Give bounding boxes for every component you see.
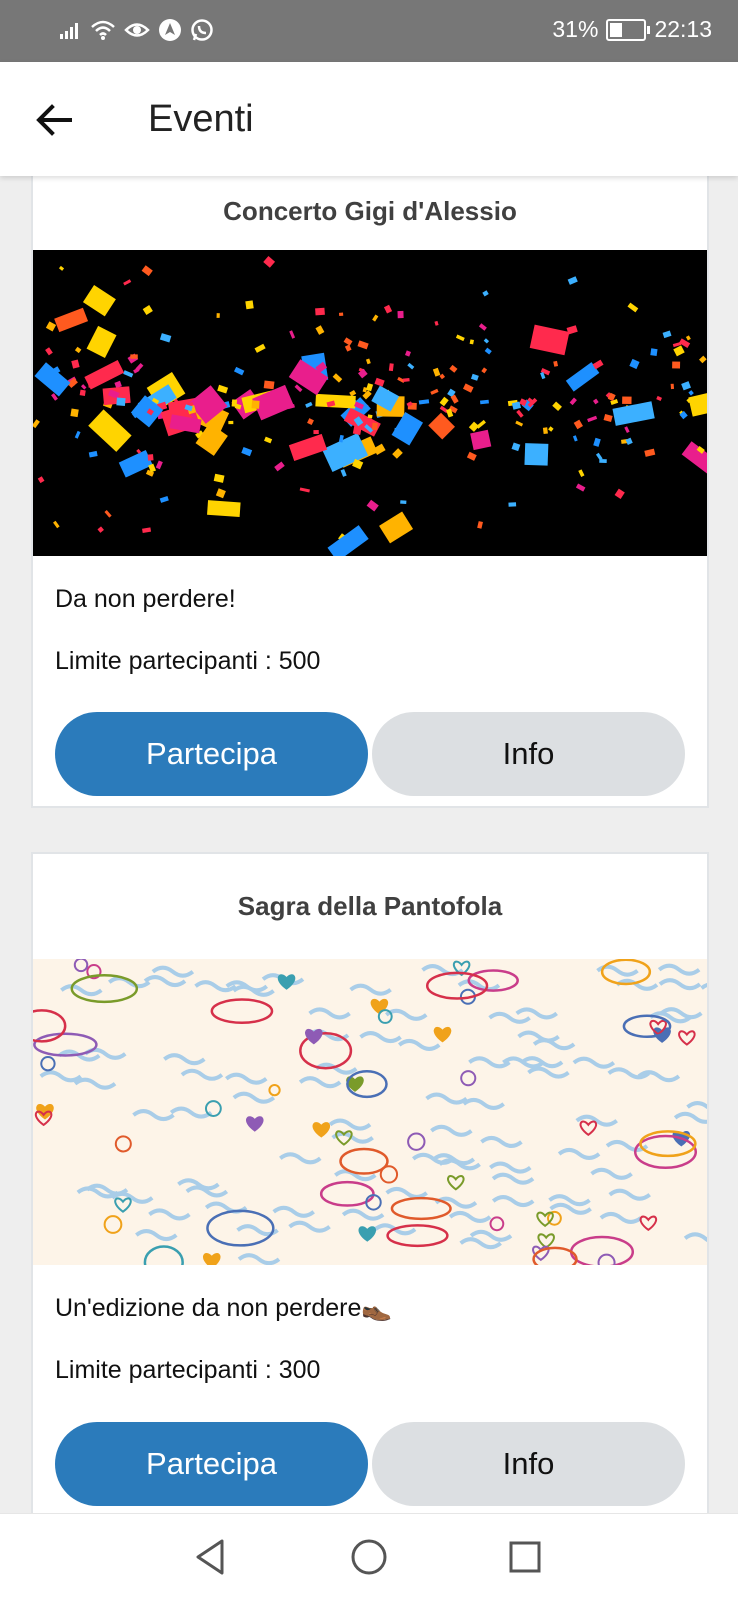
back-triangle-icon [196,1539,224,1575]
navigation-icon [159,19,181,41]
status-right: 31% 22:13 [552,16,712,43]
info-button[interactable]: Info [372,1422,685,1506]
event-description: Da non perdere! [55,585,236,613]
signal-icon [60,23,78,39]
participant-limit: Limite partecipanti : 500 [55,647,321,675]
app-bar: Eventi [0,62,738,176]
join-button[interactable]: Partecipa [55,1422,368,1506]
system-nav-bar [0,1513,738,1600]
confetti-photo [33,250,707,556]
arrow-left-icon [36,104,72,136]
event-card: Concerto Gigi d'Alessio Da non perdere! … [31,176,709,808]
nav-home-button[interactable] [344,1532,394,1582]
eye-icon [124,23,150,37]
event-description: Un'edizione da non perdere👞 [55,1294,393,1322]
page-title: Eventi [148,98,254,140]
event-list[interactable]: Concerto Gigi d'Alessio Da non perdere! … [0,176,738,1514]
status-bar: 31% 22:13 [0,0,738,62]
event-title: Sagra della Pantofola [237,891,503,921]
card-actions: Partecipa Info [55,712,685,796]
info-button[interactable]: Info [372,712,685,796]
battery-icon [606,18,651,41]
status-icons [58,18,214,42]
doodle-pattern-photo [33,959,707,1265]
participant-limit: Limite partecipanti : 300 [55,1356,321,1384]
card-actions: Partecipa Info [55,1422,685,1506]
event-card: Sagra della Pantofola Un'edizione da non… [31,852,709,1514]
wifi-icon [91,20,115,40]
nav-recents-button[interactable] [500,1532,550,1582]
home-circle-icon [351,1539,387,1575]
event-title: Concerto Gigi d'Alessio [223,195,517,226]
battery-percent: 31% [552,16,599,42]
whatsapp-icon [191,19,213,41]
nav-back-button[interactable] [186,1532,236,1582]
join-button[interactable]: Partecipa [55,712,368,796]
back-button[interactable] [30,96,78,144]
clock: 22:13 [654,16,712,42]
recents-square-icon [509,1541,541,1573]
